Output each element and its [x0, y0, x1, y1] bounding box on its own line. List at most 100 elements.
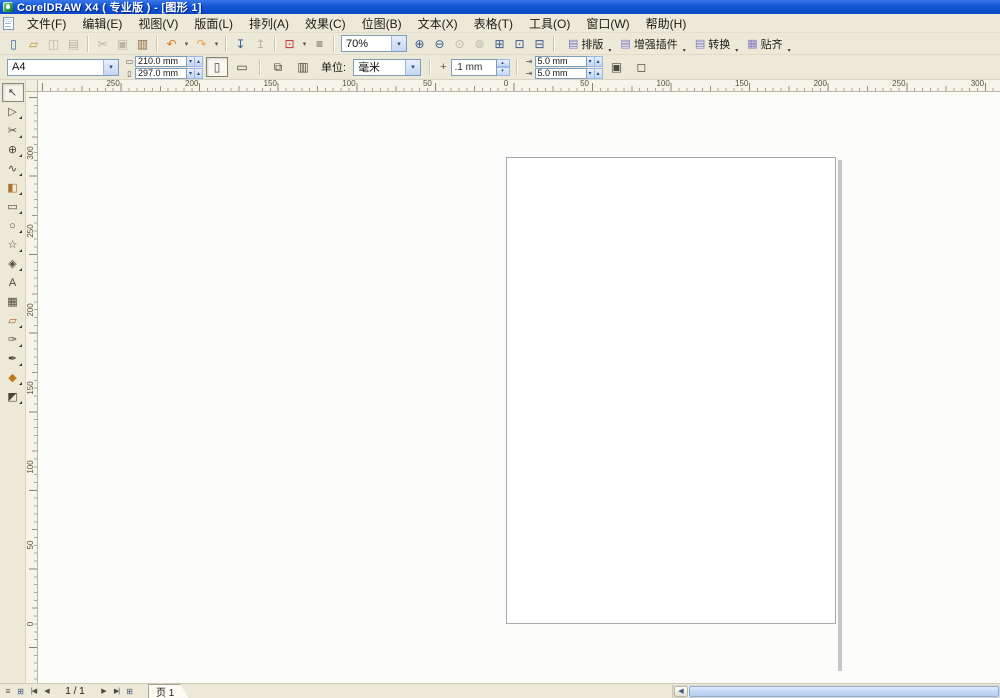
spin-down-icon[interactable]: ▾ [497, 67, 510, 76]
options-button[interactable]: ≡ [310, 35, 329, 53]
menu-item-3[interactable]: 版面(L) [186, 14, 241, 32]
new-document-button[interactable]: ▯ [4, 35, 23, 53]
h-ruler-label: 100 [342, 80, 355, 88]
toolbar-flyout-icon[interactable]: ≡ [2, 686, 14, 696]
polygon-tool[interactable]: ☆ [2, 235, 24, 254]
nudge-offset-field-value[interactable]: .1 mm [451, 59, 497, 76]
interactive-blend-tool[interactable]: ▱ [2, 311, 24, 330]
nudge-offset-field[interactable]: .1 mm▴▾ [451, 59, 510, 76]
horizontal-scrollbar[interactable]: ◀ [673, 685, 1000, 698]
duplicate-x-field[interactable]: 5.0 mm [535, 56, 587, 67]
table-tool[interactable]: ▦ [2, 292, 24, 311]
menu-item-4[interactable]: 排列(A) [241, 14, 297, 32]
spinner-buttons[interactable]: ▾▴ [187, 56, 203, 67]
application-launcher-dropdown[interactable]: ▾ [300, 35, 309, 53]
spin-up-icon[interactable]: ▴ [595, 56, 603, 67]
menu-item-6[interactable]: 位图(B) [354, 14, 410, 32]
menu-item-7[interactable]: 文本(X) [410, 14, 466, 32]
snap-button[interactable]: ▦贴齐▾ [742, 35, 789, 53]
marquee-select-button[interactable]: ◻ [631, 57, 653, 77]
basic-shapes-tool[interactable]: ◈ [2, 254, 24, 273]
horizontal-ruler[interactable]: 25020015010050050100150200250300 [38, 80, 1000, 92]
smart-fill-tool[interactable]: ◧ [2, 178, 24, 197]
paper-width-field[interactable]: 210.0 mm [135, 56, 187, 67]
landscape-button[interactable]: ▭ [231, 57, 253, 77]
drawing-canvas[interactable] [38, 92, 1000, 683]
zoom-all-objects-button[interactable]: ⊞ [490, 35, 509, 53]
redo-dropdown[interactable]: ▾ [212, 35, 221, 53]
add-page-end-button[interactable]: ⊞ [123, 685, 136, 698]
menu-item-10[interactable]: 窗口(W) [578, 14, 637, 32]
outline-tool[interactable]: ✒ [2, 349, 24, 368]
convert-button[interactable]: ▤转换▾ [690, 35, 737, 53]
spin-up-icon[interactable]: ▴ [497, 59, 510, 68]
spinner-buttons[interactable]: ▴▾ [497, 59, 510, 76]
spin-up-icon[interactable]: ▴ [195, 56, 203, 67]
units-combo[interactable]: 毫米▾ [353, 59, 421, 76]
freehand-tool[interactable]: ∿ [2, 159, 24, 178]
chevron-down-icon[interactable]: ▾ [405, 60, 420, 75]
spinner-buttons[interactable]: ▾▴ [587, 56, 603, 67]
zoom-level-combo[interactable]: 70%▾ [341, 35, 407, 52]
chevron-down-icon[interactable]: ▾ [103, 60, 118, 75]
vertical-ruler[interactable]: 300250200150100500 [26, 92, 38, 683]
paper-height-field[interactable]: 297.0 mm [135, 68, 187, 79]
menu-item-11[interactable]: 帮助(H) [638, 14, 695, 32]
drawing-page[interactable] [506, 157, 836, 624]
spin-down-icon[interactable]: ▾ [587, 68, 595, 79]
menu-item-1[interactable]: 编辑(E) [74, 14, 130, 32]
spin-down-icon[interactable]: ▾ [187, 68, 195, 79]
spin-up-icon[interactable]: ▴ [195, 68, 203, 79]
spin-up-icon[interactable]: ▴ [595, 68, 603, 79]
all-pages-button[interactable]: ⧉ [267, 57, 289, 77]
portrait-button[interactable]: ▯ [206, 57, 228, 77]
undo-dropdown[interactable]: ▾ [182, 35, 191, 53]
chevron-down-icon[interactable]: ▾ [391, 36, 406, 51]
open-button[interactable]: ▱ [24, 35, 43, 53]
current-page-button[interactable]: ▥ [292, 57, 314, 77]
eyedropper-tool[interactable]: ✑ [2, 330, 24, 349]
menu-item-9[interactable]: 工具(O) [521, 14, 578, 32]
paper-size-combo[interactable]: A4▾ [7, 59, 119, 76]
zoom-out-button[interactable]: ⊖ [430, 35, 449, 53]
pick-tool[interactable]: ↖ [2, 83, 24, 102]
undo-button[interactable]: ↶ [162, 35, 181, 53]
fill-tool[interactable]: ◆ [2, 368, 24, 387]
zoom-tool[interactable]: ⊕ [2, 140, 24, 159]
menu-item-0[interactable]: 文件(F) [19, 14, 74, 32]
layout-button[interactable]: ▤排版▾ [563, 35, 610, 53]
ruler-corner[interactable] [26, 80, 38, 92]
import-button[interactable]: ↧ [231, 35, 250, 53]
menu-item-2[interactable]: 视图(V) [130, 14, 186, 32]
duplicate-y-field[interactable]: 5.0 mm [535, 68, 587, 79]
crop-tool[interactable]: ✂ [2, 121, 24, 140]
page-tab[interactable]: 页 1 [148, 684, 188, 698]
last-page-button[interactable]: ▶| [110, 685, 123, 698]
rectangle-tool[interactable]: ▭ [2, 197, 24, 216]
application-launcher-button[interactable]: ⊡ [280, 35, 299, 53]
menu-item-5[interactable]: 效果(C) [297, 14, 354, 32]
paste-button[interactable]: ▥ [133, 35, 152, 53]
shape-tool[interactable]: ▷ [2, 102, 24, 121]
zoom-page-button[interactable]: ⊡ [510, 35, 529, 53]
text-tool[interactable]: A [2, 273, 24, 292]
interactive-fill-tool[interactable]: ◩ [2, 387, 24, 406]
spinner-buttons[interactable]: ▾▴ [587, 68, 603, 79]
spinner-buttons[interactable]: ▾▴ [187, 68, 203, 79]
next-page-button[interactable]: ▶ [97, 685, 110, 698]
previous-page-button[interactable]: ◀ [40, 685, 53, 698]
document-icon[interactable] [3, 17, 14, 30]
plugins-button[interactable]: ▤增强插件▾ [615, 35, 684, 53]
spin-down-icon[interactable]: ▾ [587, 56, 595, 67]
ellipse-tool[interactable]: ○ [2, 216, 24, 235]
menu-item-8[interactable]: 表格(T) [466, 14, 521, 32]
scrollbar-thumb[interactable] [689, 686, 999, 697]
zoom-width-button[interactable]: ⊟ [530, 35, 549, 53]
first-page-button[interactable]: |◀ [27, 685, 40, 698]
treat-as-filled-button[interactable]: ▣ [606, 57, 628, 77]
scroll-left-button[interactable]: ◀ [674, 686, 688, 697]
zoom-in-button[interactable]: ⊕ [410, 35, 429, 53]
redo-button[interactable]: ↷ [192, 35, 211, 53]
spin-down-icon[interactable]: ▾ [187, 56, 195, 67]
add-page-start-button[interactable]: ⊞ [14, 685, 27, 698]
